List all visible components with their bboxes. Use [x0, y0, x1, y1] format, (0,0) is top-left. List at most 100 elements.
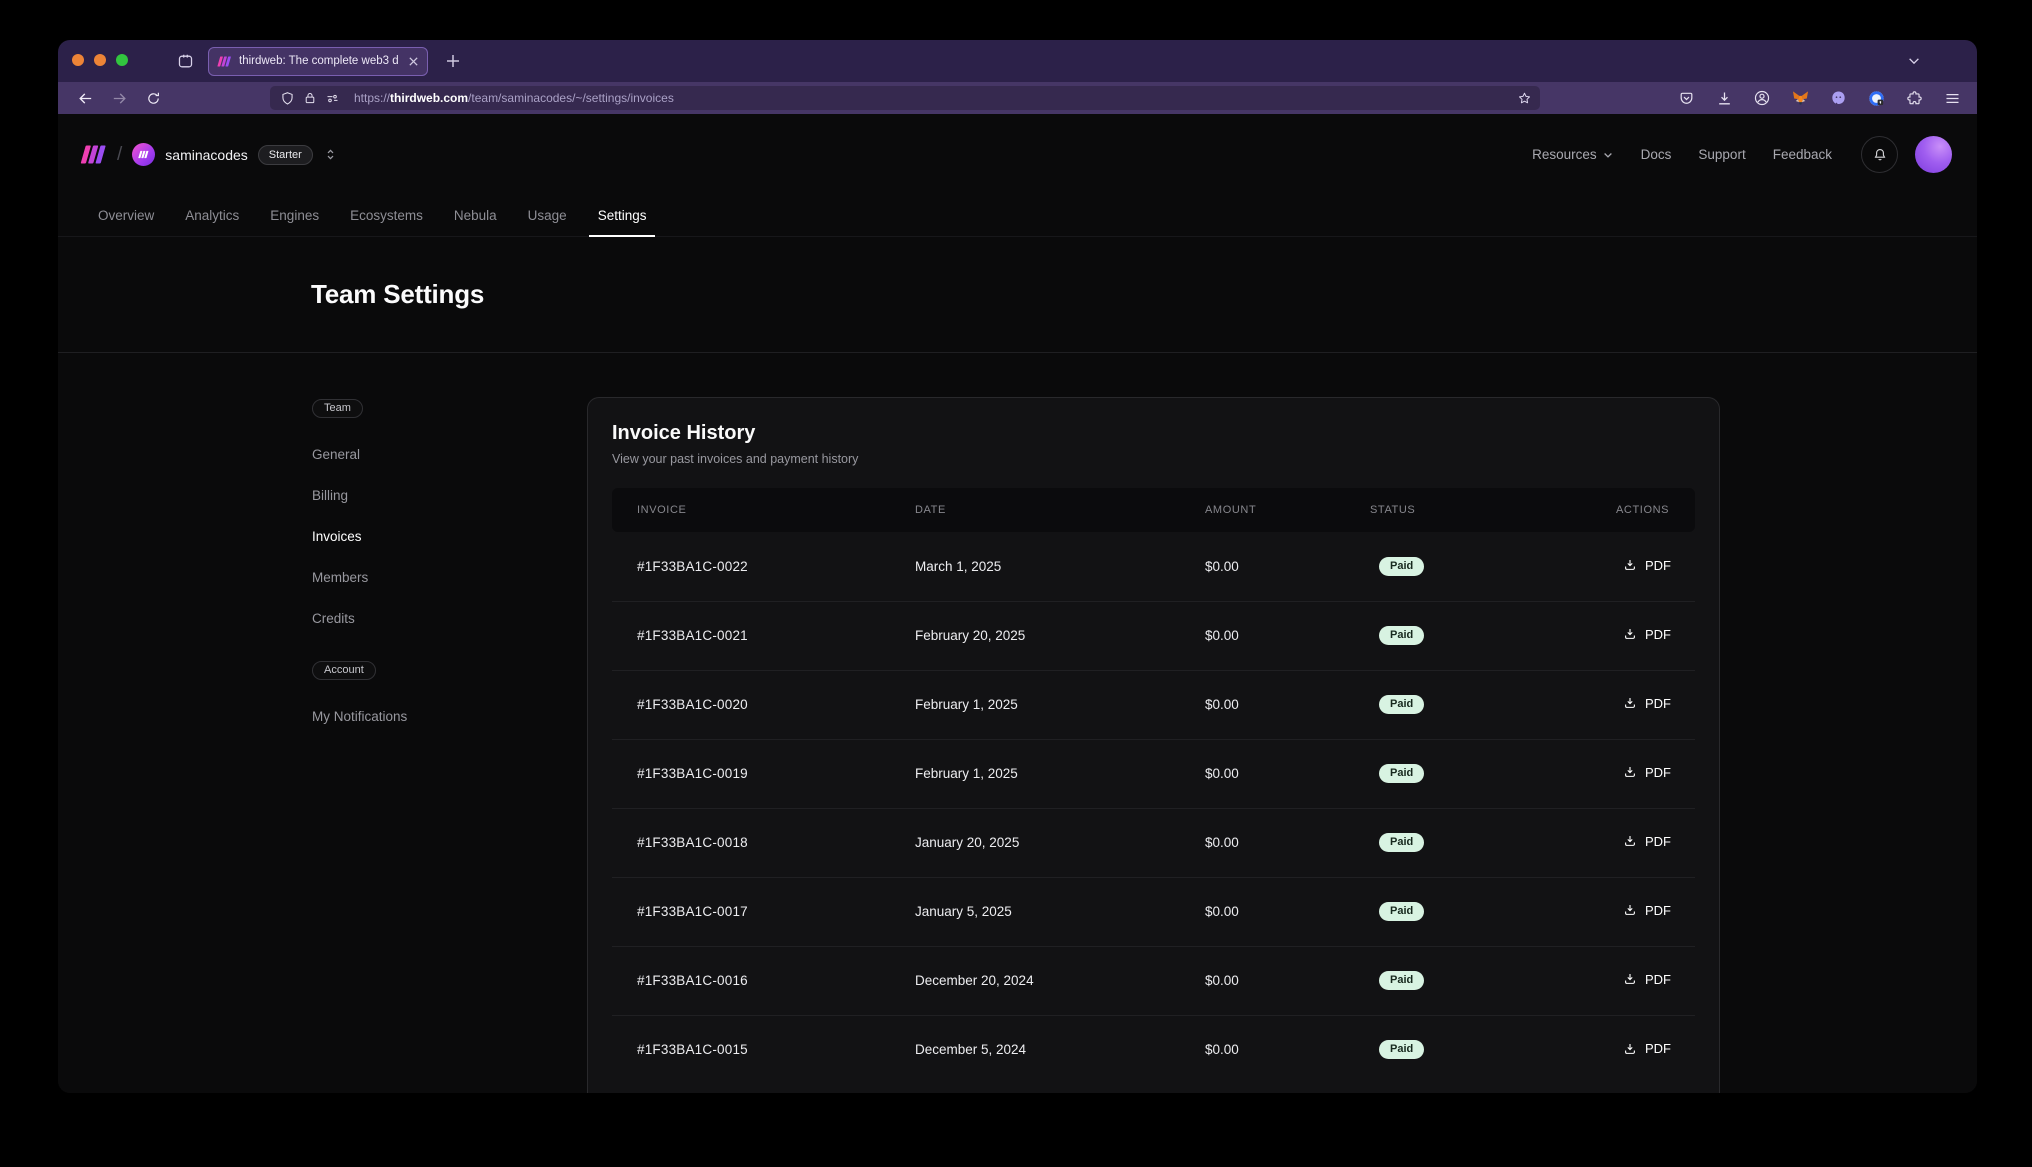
invoice-row: #1F33BA1C-0016 December 20, 2024 $0.00 P… [612, 946, 1695, 1015]
bell-icon [1872, 147, 1888, 163]
site-tab[interactable]: Usage [519, 195, 576, 236]
url-text: https://thirdweb.com/team/saminacodes/~/… [354, 91, 1509, 105]
settings-sidebar: Team General Billing Invoices Members Cr… [312, 398, 492, 727]
team-switcher-chevrons-icon[interactable] [323, 147, 338, 162]
browser-tab[interactable]: thirdweb: The complete web3 d [208, 47, 428, 76]
zoom-window-button[interactable] [116, 54, 128, 66]
minimize-window-button[interactable] [94, 54, 106, 66]
download-icon [1623, 696, 1637, 710]
forward-icon[interactable] [106, 85, 132, 111]
download-pdf-button[interactable]: PDF [1623, 696, 1671, 711]
page-head: Team Settings [58, 237, 1977, 353]
invoice-date: March 1, 2025 [915, 532, 1205, 601]
chevron-down-icon [1602, 149, 1614, 161]
sidebar-item[interactable]: Billing [312, 486, 492, 506]
docs-link[interactable]: Docs [1641, 147, 1672, 162]
downloads-icon[interactable] [1711, 85, 1737, 111]
site-tab[interactable]: Engines [261, 195, 328, 236]
page-title: Team Settings [311, 279, 484, 310]
new-tab-button[interactable] [440, 48, 466, 74]
thirdweb-logo-icon[interactable] [80, 143, 107, 166]
site-tab[interactable]: Analytics [176, 195, 248, 236]
sidebar-item[interactable]: Members [312, 568, 492, 588]
back-icon[interactable] [72, 85, 98, 111]
sidebar-item[interactable]: My Notifications [312, 707, 492, 727]
browser-window: thirdweb: The complete web3 d [58, 40, 1977, 1093]
metamask-extension-icon[interactable] [1787, 85, 1813, 111]
pocket-icon[interactable] [1673, 85, 1699, 111]
invoice-number: #1F33BA1C-0018 [612, 808, 915, 877]
download-pdf-button[interactable]: PDF [1623, 834, 1671, 849]
download-pdf-button[interactable]: PDF [1623, 1041, 1671, 1056]
extensions-puzzle-icon[interactable] [1901, 85, 1927, 111]
invoice-date: January 5, 2025 [915, 877, 1205, 946]
download-pdf-button[interactable]: PDF [1623, 627, 1671, 642]
lock-icon[interactable] [303, 91, 317, 105]
invoice-row: #1F33BA1C-0021 February 20, 2025 $0.00 P… [612, 601, 1695, 670]
invoice-amount: $0.00 [1205, 739, 1370, 808]
menu-hamburger-icon[interactable] [1939, 85, 1965, 111]
invoice-amount: $0.00 [1205, 877, 1370, 946]
url-bar[interactable]: https://thirdweb.com/team/saminacodes/~/… [270, 86, 1540, 110]
close-tab-icon[interactable] [408, 56, 419, 67]
firefox-view-icon[interactable] [172, 48, 198, 74]
status-badge: Paid [1379, 1040, 1424, 1059]
invoice-amount: $0.00 [1205, 1015, 1370, 1084]
team-name: saminacodes [165, 147, 248, 163]
browser-extensions [1673, 85, 1965, 111]
invoice-number: #1F33BA1C-0021 [612, 601, 915, 670]
status-badge: Paid [1379, 764, 1424, 783]
window-controls [72, 54, 128, 66]
download-pdf-button[interactable]: PDF [1623, 972, 1671, 987]
download-icon [1623, 834, 1637, 848]
column-header-status: STATUS [1370, 488, 1616, 532]
site-tab[interactable]: Overview [89, 195, 163, 236]
invoice-row: #1F33BA1C-0020 February 1, 2025 $0.00 Pa… [612, 670, 1695, 739]
sidebar-group-badge-team: Team [312, 399, 363, 418]
site-tab[interactable]: Nebula [445, 195, 506, 236]
invoice-number: #1F33BA1C-0015 [612, 1015, 915, 1084]
status-badge: Paid [1379, 695, 1424, 714]
invoice-history-card: Invoice History View your past invoices … [587, 397, 1720, 1093]
phantom-extension-icon[interactable] [1825, 85, 1851, 111]
invoice-number: #1F33BA1C-0016 [612, 946, 915, 1015]
resources-menu[interactable]: Resources [1532, 147, 1614, 162]
team-avatar[interactable] [132, 143, 155, 166]
invoice-amount: $0.00 [1205, 601, 1370, 670]
notifications-bell-button[interactable] [1861, 136, 1898, 173]
column-header-actions: ACTIONS [1616, 488, 1695, 532]
download-pdf-button[interactable]: PDF [1623, 765, 1671, 780]
onepassword-extension-icon[interactable] [1863, 85, 1889, 111]
permissions-icon[interactable] [325, 91, 340, 106]
feedback-link[interactable]: Feedback [1773, 147, 1832, 162]
account-icon[interactable] [1749, 85, 1775, 111]
breadcrumb-separator: / [117, 144, 122, 166]
tracking-protection-shield-icon[interactable] [280, 91, 295, 106]
sidebar-item[interactable]: General [312, 445, 492, 465]
invoice-amount: $0.00 [1205, 532, 1370, 601]
support-link[interactable]: Support [1698, 147, 1745, 162]
download-icon [1623, 627, 1637, 641]
column-header-invoice: INVOICE [612, 488, 915, 532]
download-icon [1623, 1042, 1637, 1056]
invoice-row: #1F33BA1C-0017 January 5, 2025 $0.00 Pai… [612, 877, 1695, 946]
site-tab[interactable]: Settings [589, 195, 656, 236]
list-tabs-chevron-icon[interactable] [1901, 48, 1927, 74]
plan-badge: Starter [258, 145, 313, 165]
invoice-number: #1F33BA1C-0022 [612, 532, 915, 601]
close-window-button[interactable] [72, 54, 84, 66]
download-pdf-button[interactable]: PDF [1623, 903, 1671, 918]
sidebar-item[interactable]: Invoices [312, 527, 492, 547]
bookmark-star-icon[interactable] [1517, 91, 1532, 106]
reload-icon[interactable] [140, 85, 166, 111]
download-icon [1623, 558, 1637, 572]
download-pdf-button[interactable]: PDF [1623, 558, 1671, 573]
browser-navbar: https://thirdweb.com/team/saminacodes/~/… [58, 82, 1977, 114]
user-avatar[interactable] [1915, 136, 1952, 173]
site-header: / saminacodes Starter [58, 114, 1977, 195]
settings-content: Team General Billing Invoices Members Cr… [58, 353, 1977, 1093]
card-title: Invoice History [612, 422, 1695, 445]
status-badge: Paid [1379, 833, 1424, 852]
site-tab[interactable]: Ecosystems [341, 195, 432, 236]
sidebar-item[interactable]: Credits [312, 609, 492, 629]
